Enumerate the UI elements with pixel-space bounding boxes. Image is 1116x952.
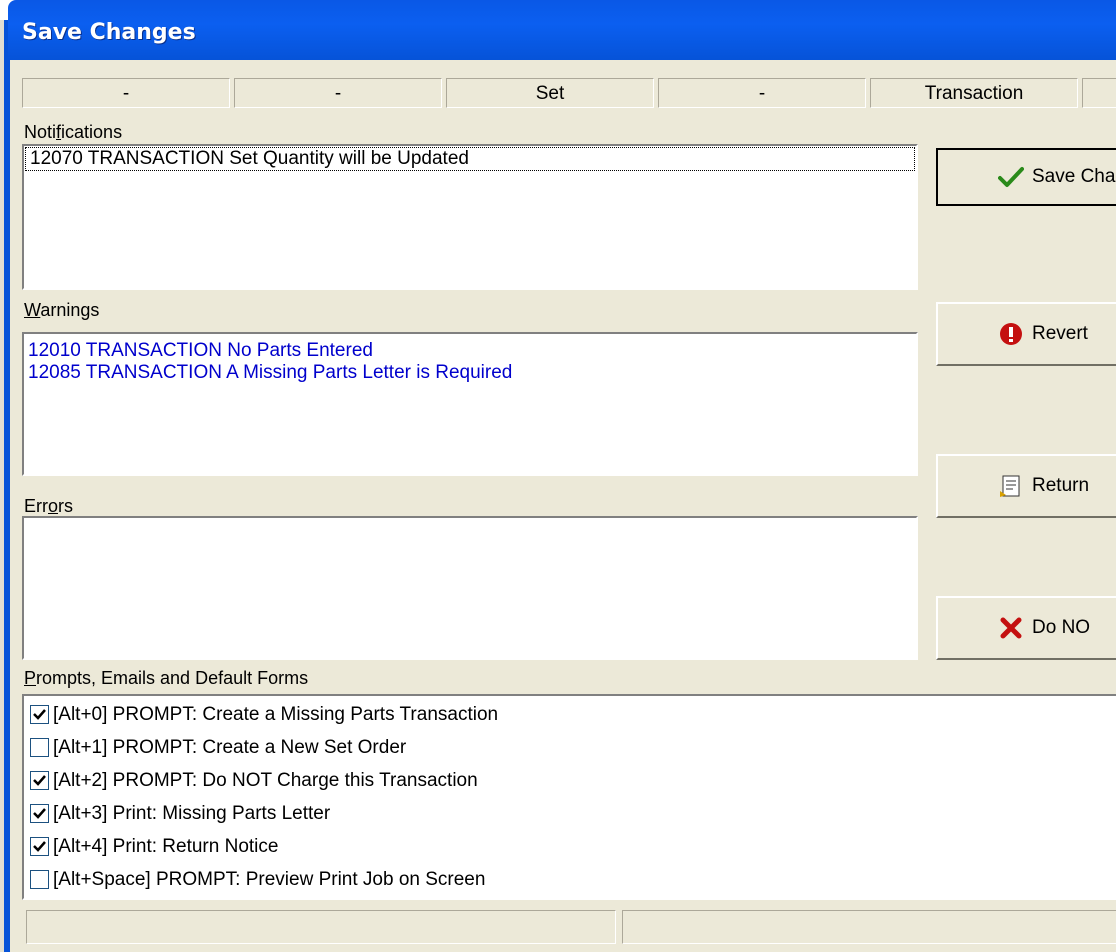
checkbox-checked[interactable]: [30, 837, 49, 856]
prompt-item-3[interactable]: [Alt+3] Print: Missing Parts Letter: [24, 797, 1116, 830]
save-changes-window: Save Changes - - Set - Transaction Notif…: [0, 0, 1116, 952]
prompt-label: [Alt+2] PROMPT: Do NOT Charge this Trans…: [53, 769, 478, 791]
return-button[interactable]: Return: [936, 454, 1116, 518]
prompt-label: [Alt+4] Print: Return Notice: [53, 835, 279, 857]
revert-button[interactable]: Revert: [936, 302, 1116, 366]
title-bar[interactable]: Save Changes: [8, 0, 1116, 60]
document-icon: [998, 473, 1024, 499]
warnings-label: Warnings: [24, 300, 100, 320]
prompt-item-1[interactable]: [Alt+1] PROMPT: Create a New Set Order: [24, 731, 1116, 764]
errors-label: Errors: [24, 496, 74, 516]
checkbox-unchecked[interactable]: [30, 738, 49, 757]
prompts-list[interactable]: [Alt+0] PROMPT: Create a Missing Parts T…: [22, 694, 1116, 900]
prompt-item-2[interactable]: [Alt+2] PROMPT: Do NOT Charge this Trans…: [24, 764, 1116, 797]
prompt-label: [Alt+3] Print: Missing Parts Letter: [53, 802, 331, 824]
errors-list[interactable]: [22, 516, 918, 660]
prompt-label: [Alt+0] PROMPT: Create a Missing Parts T…: [53, 703, 499, 725]
return-label: Return: [1032, 475, 1090, 496]
header-cell-5: Transaction: [870, 78, 1078, 108]
do-not-button[interactable]: Do NO: [936, 596, 1116, 660]
header-cell-3: Set: [446, 78, 654, 108]
checkbox-checked[interactable]: [30, 705, 49, 724]
header-cell-6: [1082, 78, 1116, 108]
header-cell-1: -: [22, 78, 230, 108]
header-cell-2: -: [234, 78, 442, 108]
prompts-label: Prompts, Emails and Default Forms: [24, 668, 309, 688]
notification-item[interactable]: 12070 TRANSACTION Set Quantity will be U…: [25, 147, 915, 171]
prompt-item-4[interactable]: [Alt+4] Print: Return Notice: [24, 830, 1116, 863]
warning-item[interactable]: 12010 TRANSACTION No Parts Entered: [24, 340, 916, 362]
checkmark-icon: [998, 164, 1024, 190]
revert-icon: [998, 321, 1024, 347]
notifications-list[interactable]: 12070 TRANSACTION Set Quantity will be U…: [22, 144, 918, 290]
checkbox-unchecked[interactable]: [30, 870, 49, 889]
prompt-label: [Alt+1] PROMPT: Create a New Set Order: [53, 736, 407, 758]
dialog-client: - - Set - Transaction Notifications 1207…: [10, 60, 1116, 952]
checkbox-checked[interactable]: [30, 771, 49, 790]
x-icon: [998, 615, 1024, 641]
warnings-list[interactable]: 12010 TRANSACTION No Parts Entered 12085…: [22, 332, 918, 476]
window-title: Save Changes: [22, 20, 196, 45]
prompt-item-5[interactable]: [Alt+Space] PROMPT: Preview Print Job on…: [24, 863, 1116, 896]
do-not-label: Do NO: [1032, 617, 1091, 638]
notifications-label: Notifications: [24, 122, 123, 142]
revert-label: Revert: [1032, 323, 1088, 344]
window-left-edge: [0, 20, 10, 952]
save-changes-button[interactable]: Save Cha: [936, 148, 1116, 206]
warning-item[interactable]: 12085 TRANSACTION A Missing Parts Letter…: [24, 362, 916, 384]
checkbox-checked[interactable]: [30, 804, 49, 823]
header-cell-4: -: [658, 78, 866, 108]
prompt-label: [Alt+Space] PROMPT: Preview Print Job on…: [53, 868, 486, 890]
status-pane-2: [622, 910, 1116, 944]
status-pane-1: [26, 910, 616, 944]
save-changes-label: Save Cha: [1032, 166, 1116, 187]
prompt-item-0[interactable]: [Alt+0] PROMPT: Create a Missing Parts T…: [24, 698, 1116, 731]
